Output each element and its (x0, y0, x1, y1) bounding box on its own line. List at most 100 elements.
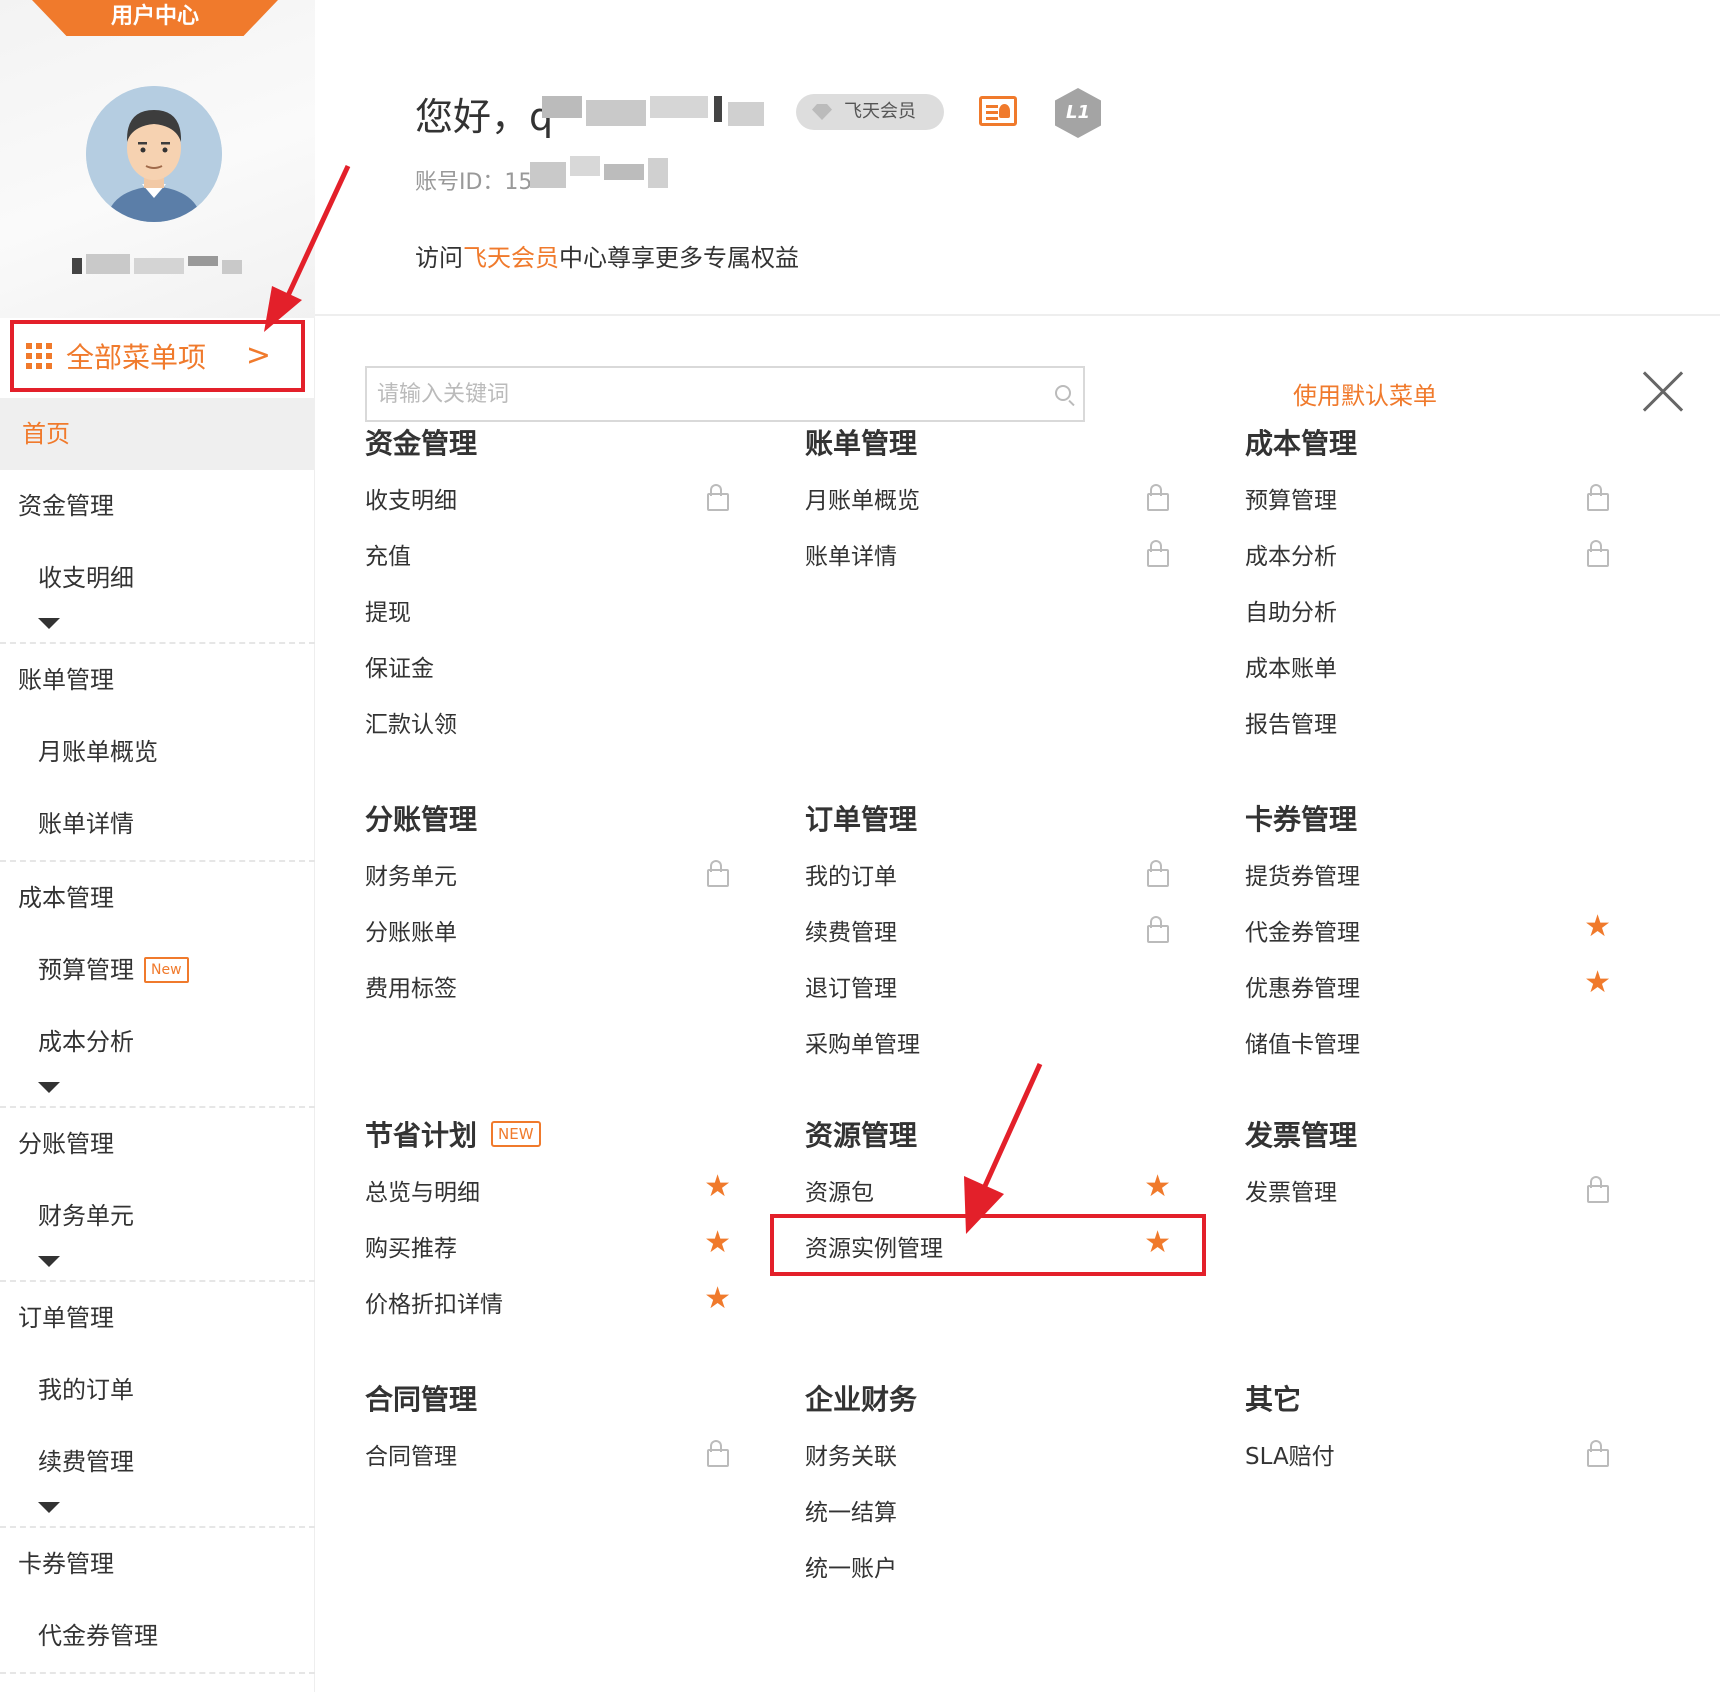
user-center-tab[interactable]: 用户中心 (32, 0, 278, 36)
close-icon[interactable] (1641, 370, 1685, 414)
menu-section: 卡券管理 提货券管理 代金券管理 ★ 优惠券管理 ★ 储值卡管理 (1245, 790, 1635, 1070)
menu-item-label: 统一账户 (805, 1556, 897, 1582)
menu-item[interactable]: 报告管理 (1245, 694, 1635, 750)
highlight-box-resource-package (770, 1214, 1206, 1276)
star-icon[interactable]: ★ (1584, 912, 1611, 942)
promo-prefix: 访问 (415, 244, 463, 272)
star-icon[interactable]: ★ (704, 1172, 731, 1202)
menu-item[interactable]: 财务关联 (805, 1426, 1195, 1482)
all-menu-panel: 使用默认菜单 资金管理收支明细充值提现保证金汇款认领账单管理月账单概览账单详情成… (315, 318, 1720, 1692)
menu-item[interactable]: 统一结算 (805, 1482, 1195, 1538)
id-card-icon[interactable] (979, 96, 1017, 126)
menu-item[interactable]: 提货券管理 (1245, 846, 1635, 902)
menu-item[interactable]: 储值卡管理 (1245, 1014, 1635, 1070)
sidebar-group-title[interactable]: 账单管理 (0, 644, 315, 716)
menu-item[interactable]: 保证金 (365, 638, 755, 694)
sidebar-item[interactable]: 账单详情 (0, 788, 315, 860)
expand-caret[interactable] (0, 1498, 315, 1526)
menu-section: 合同管理 合同管理 (365, 1370, 755, 1482)
menu-item-label: 财务单元 (365, 864, 457, 890)
menu-item[interactable]: 自助分析 (1245, 582, 1635, 638)
menu-item[interactable]: 汇款认领 (365, 694, 755, 750)
menu-item[interactable]: 资源包 ★ (805, 1162, 1195, 1218)
menu-item[interactable]: 优惠券管理 ★ (1245, 958, 1635, 1014)
sidebar-item[interactable]: 月账单概览 (0, 716, 315, 788)
menu-item[interactable]: 分账账单 (365, 902, 755, 958)
menu-item-label: 购买推荐 (365, 1236, 457, 1262)
sidebar-group-title[interactable]: 分账管理 (0, 1108, 315, 1180)
menu-item[interactable]: SLA赔付 (1245, 1426, 1635, 1482)
menu-item[interactable]: 收支明细 (365, 470, 755, 526)
all-menu-toggle[interactable]: 全部菜单项 > (10, 320, 305, 392)
sidebar-item[interactable]: 续费管理 (0, 1426, 315, 1498)
sidebar-item-label: 账单详情 (38, 810, 134, 838)
menu-item[interactable]: 账单详情 (805, 526, 1195, 582)
menu-item[interactable]: 购买推荐 ★ (365, 1218, 755, 1274)
menu-item[interactable]: 月账单概览 (805, 470, 1195, 526)
sidebar-group: 分账管理 财务单元 (0, 1108, 315, 1282)
star-icon[interactable]: ★ (704, 1284, 731, 1314)
sidebar-item[interactable]: 收支明细 (0, 542, 315, 614)
sidebar-profile-area: 用户中心 (0, 0, 315, 318)
expand-caret[interactable] (0, 1252, 315, 1280)
menu-section-title-text: 账单管理 (805, 427, 918, 460)
menu-item[interactable]: 退订管理 (805, 958, 1195, 1014)
sidebar-item[interactable]: 我的订单 (0, 1354, 315, 1426)
sidebar-group-title[interactable]: 成本管理 (0, 862, 315, 934)
menu-item[interactable]: 采购单管理 (805, 1014, 1195, 1070)
expand-caret[interactable] (0, 614, 315, 642)
menu-section-title: 其它 (1245, 1370, 1635, 1426)
menu-item[interactable]: 总览与明细 ★ (365, 1162, 755, 1218)
star-icon[interactable]: ★ (704, 1228, 731, 1258)
menu-item[interactable]: 费用标签 (365, 958, 755, 1014)
menu-section: 订单管理 我的订单 续费管理 退订管理 采购单管理 (805, 790, 1195, 1070)
new-badge: New (144, 957, 189, 983)
menu-item[interactable]: 成本分析 (1245, 526, 1635, 582)
caret-down-icon (38, 1256, 60, 1267)
expand-caret[interactable] (0, 1078, 315, 1106)
menu-item[interactable]: 财务单元 (365, 846, 755, 902)
menu-item-label: 总览与明细 (365, 1180, 480, 1206)
menu-item[interactable]: 统一账户 (805, 1538, 1195, 1594)
menu-item[interactable]: 合同管理 (365, 1426, 755, 1482)
sidebar-item-label: 月账单概览 (38, 738, 158, 766)
member-badge[interactable]: 飞天会员 (796, 94, 944, 130)
menu-item-label: 充值 (365, 544, 411, 570)
star-icon[interactable]: ★ (1584, 968, 1611, 998)
menu-item-label: 汇款认领 (365, 712, 457, 738)
menu-section-title-text: 其它 (1245, 1383, 1302, 1416)
sidebar-item-home[interactable]: 首页 (0, 398, 315, 470)
sidebar-group-title[interactable]: 订单管理 (0, 1282, 315, 1354)
menu-item-label: 合同管理 (365, 1444, 457, 1470)
sidebar: 用户中心 全部菜单项 > 首页 资金管理 收支明细 账单管理 月账单概览 账单详… (0, 0, 315, 1692)
sidebar-item[interactable]: 财务单元 (0, 1180, 315, 1252)
menu-item[interactable]: 充值 (365, 526, 755, 582)
sidebar-group-title[interactable]: 资金管理 (0, 470, 315, 542)
menu-item-label: 报告管理 (1245, 712, 1337, 738)
sidebar-item[interactable]: 预算管理 New (0, 934, 315, 1006)
menu-item[interactable]: 发票管理 (1245, 1162, 1635, 1218)
menu-item[interactable]: 续费管理 (805, 902, 1195, 958)
star-icon[interactable]: ★ (1144, 1172, 1171, 1202)
promo-suffix: 中心尊享更多专属权益 (559, 244, 799, 272)
menu-item[interactable]: 提现 (365, 582, 755, 638)
avatar[interactable] (86, 86, 222, 222)
menu-item[interactable]: 我的订单 (805, 846, 1195, 902)
sidebar-group-title[interactable]: 卡券管理 (0, 1528, 315, 1600)
sidebar-item[interactable]: 代金券管理 (0, 1600, 315, 1672)
lock-icon (1147, 540, 1169, 567)
lock-icon (707, 1440, 729, 1467)
sidebar-item-label: 预算管理 (38, 956, 134, 984)
sidebar-item[interactable]: 成本分析 (0, 1006, 315, 1078)
menu-item-label: 预算管理 (1245, 488, 1337, 514)
menu-search-input[interactable] (367, 368, 1027, 420)
member-center-link[interactable]: 飞天会员 (463, 244, 559, 272)
menu-item[interactable]: 成本账单 (1245, 638, 1635, 694)
use-default-menu-link[interactable]: 使用默认菜单 (1293, 376, 1437, 411)
menu-item[interactable]: 价格折扣详情 ★ (365, 1274, 755, 1330)
level-icon[interactable]: L1 (1055, 88, 1101, 138)
sidebar-group: 资金管理 收支明细 (0, 470, 315, 644)
search-icon[interactable] (1055, 385, 1071, 401)
menu-item[interactable]: 代金券管理 ★ (1245, 902, 1635, 958)
menu-item[interactable]: 预算管理 (1245, 470, 1635, 526)
